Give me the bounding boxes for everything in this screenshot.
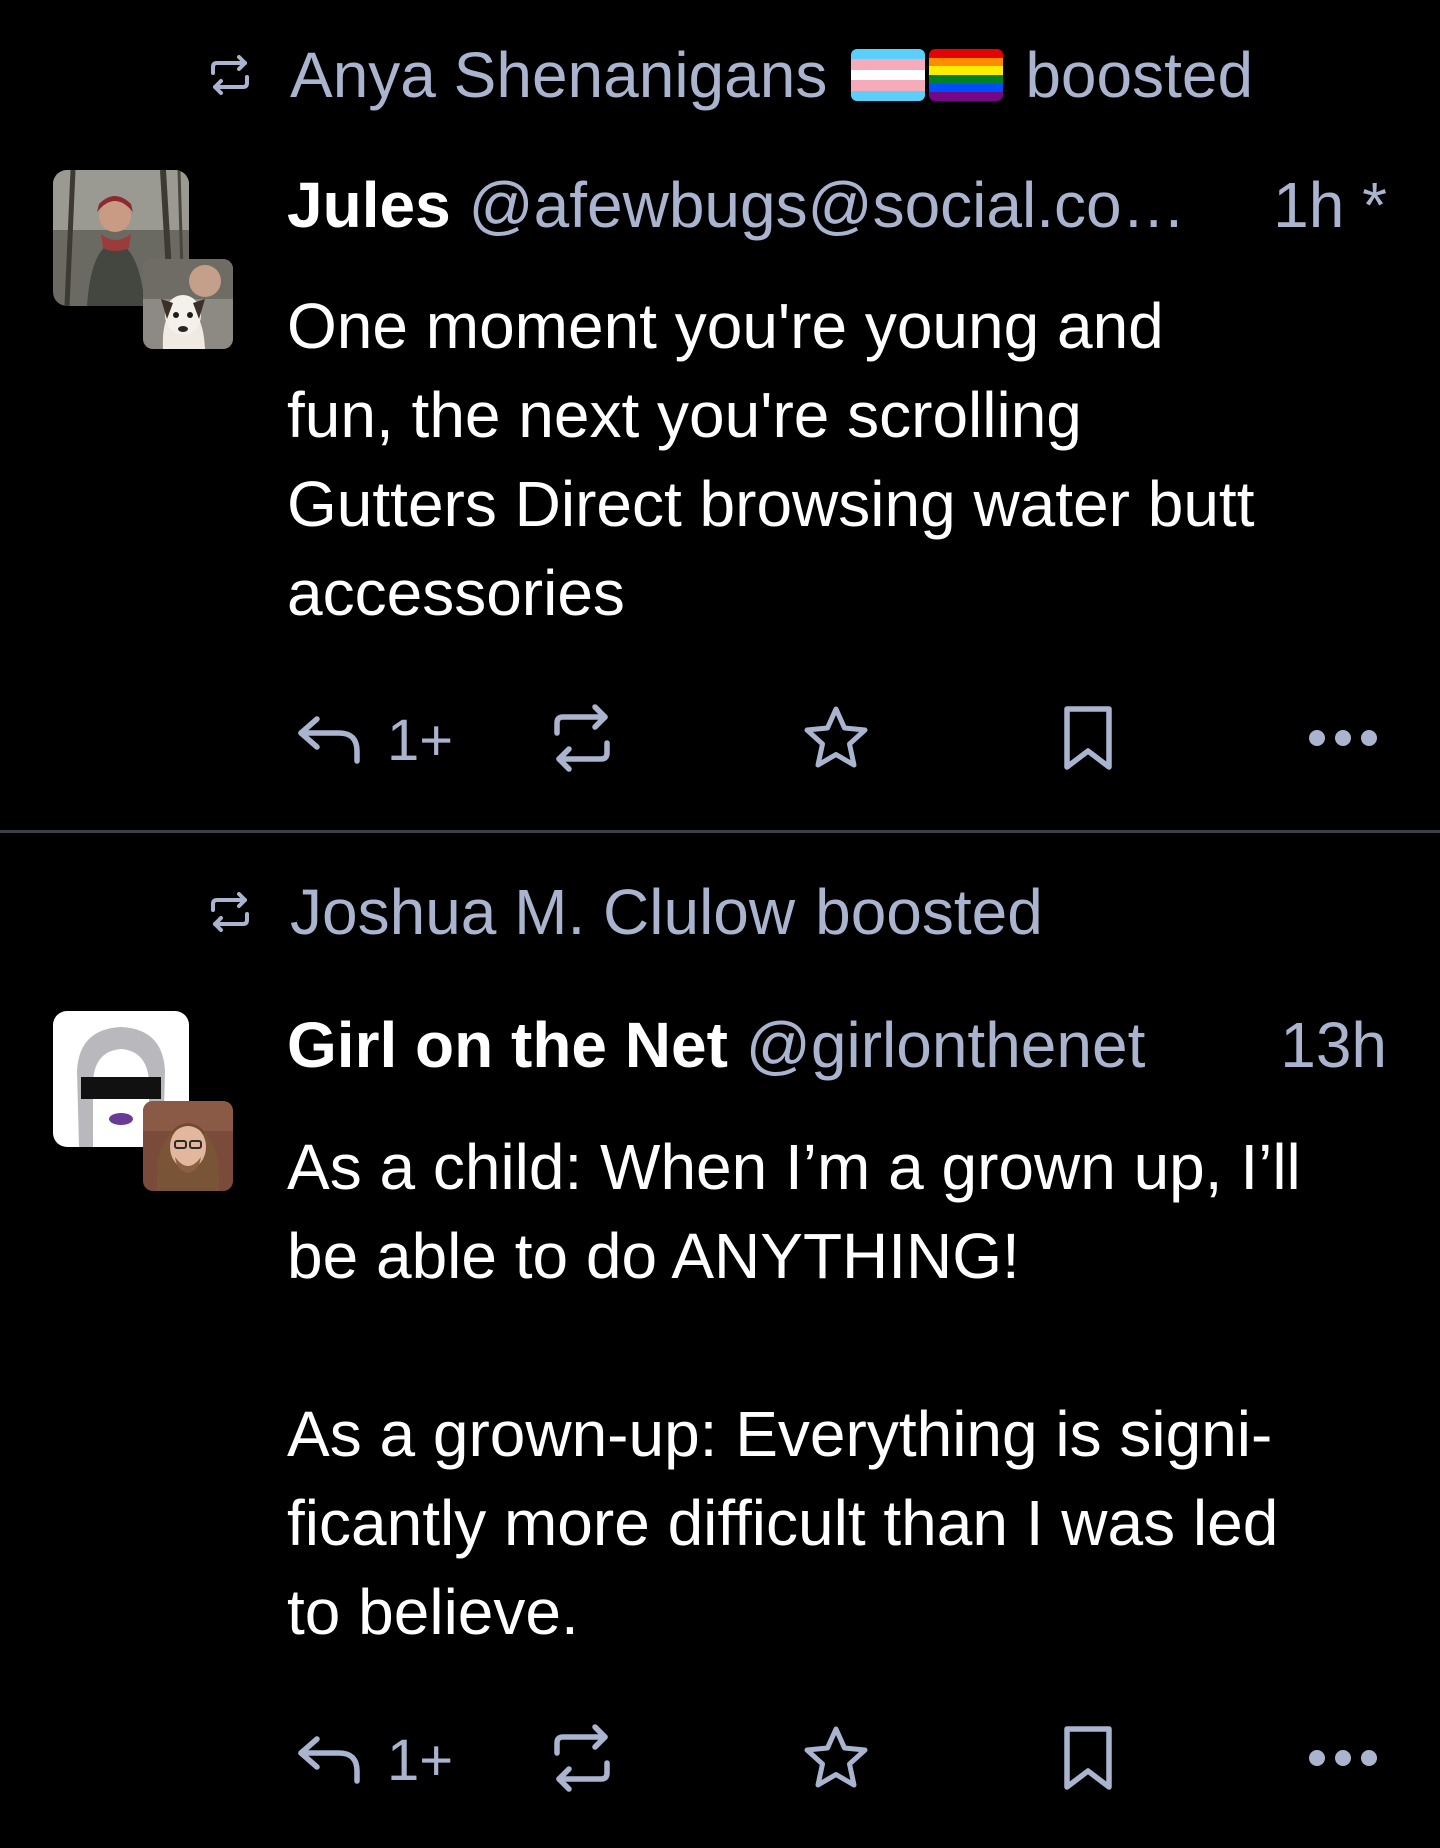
boost-icon (204, 886, 256, 938)
booster-avatar[interactable] (143, 259, 233, 349)
content-line: be able to do ANYTHING! (287, 1220, 1020, 1292)
rainbow-pride-flag-icon (929, 49, 1004, 101)
booster-name[interactable]: Joshua M. Clulow (290, 875, 795, 949)
more-icon (1307, 728, 1379, 753)
status-timestamp[interactable]: 1h * (1273, 168, 1387, 242)
boost-suffix: boosted (1025, 39, 1254, 111)
boost-label: Anya Shenanigans boosted (290, 38, 1253, 112)
bookmark-button[interactable] (1061, 1720, 1115, 1800)
bookmark-icon (1061, 1725, 1115, 1796)
content-line: accessories (287, 557, 625, 629)
boost-icon (204, 49, 256, 101)
booster-name[interactable]: Anya Shenanigans (290, 38, 827, 112)
content-line: One moment you're young and (287, 290, 1164, 362)
content-line: fun, the next you're scrolling (287, 379, 1082, 451)
status-post[interactable]: Anya Shenanigans boosted Jules @afewbugs… (0, 0, 1440, 830)
boosted-by-row[interactable]: Anya Shenanigans boosted (204, 30, 1253, 120)
content-line: As a grown-up: Everything is signi- (287, 1398, 1273, 1470)
status-header: Jules @afewbugs@social.co… 1h * (287, 165, 1387, 245)
status-content: One moment you're young and fun, the nex… (287, 282, 1397, 638)
author-handle[interactable]: @afewbugs@social.co… (469, 168, 1273, 242)
status-action-bar: 1+ (295, 1720, 1385, 1800)
more-icon (1307, 1748, 1379, 1773)
reply-button[interactable]: 1+ (295, 1720, 453, 1800)
flag-emojis (851, 49, 1004, 101)
content-line: to believe. (287, 1576, 579, 1648)
boost-suffix: boosted (815, 876, 1043, 948)
more-button[interactable] (1307, 1720, 1379, 1800)
content-line: As a child: When I’m a grown up, I’ll (287, 1131, 1301, 1203)
boost-icon (549, 703, 615, 778)
bookmark-icon (1061, 705, 1115, 776)
booster-avatar[interactable] (143, 1101, 233, 1191)
reply-button[interactable]: 1+ (295, 700, 453, 780)
boost-label: Joshua M. Clulow boosted (290, 875, 1043, 949)
more-button[interactable] (1307, 700, 1379, 780)
star-icon (801, 705, 871, 776)
favourite-button[interactable] (801, 1720, 871, 1800)
favourite-button[interactable] (801, 700, 871, 780)
status-post[interactable]: Joshua M. Clulow boosted Girl on the Net… (0, 833, 1440, 1848)
author-display-name[interactable]: Jules (287, 168, 451, 242)
boosted-by-row[interactable]: Joshua M. Clulow boosted (204, 867, 1043, 957)
reply-icon (295, 711, 365, 770)
author-handle[interactable]: @girlonthenet (746, 1008, 1280, 1082)
author-display-name[interactable]: Girl on the Net (287, 1008, 728, 1082)
reply-icon (295, 1731, 365, 1790)
status-action-bar: 1+ (295, 700, 1385, 780)
boost-button[interactable] (549, 700, 615, 780)
star-icon (801, 1725, 871, 1796)
content-line: ficantly more difficult than I was led (287, 1487, 1279, 1559)
boost-button[interactable] (549, 1720, 615, 1800)
reply-count: 1+ (387, 707, 454, 773)
content-line: Gutters Direct browsing water butt (287, 468, 1255, 540)
status-content: As a child: When I’m a grown up, I’ll be… (287, 1123, 1397, 1657)
transgender-flag-icon (851, 49, 926, 101)
bookmark-button[interactable] (1061, 700, 1115, 780)
status-header: Girl on the Net @girlonthenet 13h (287, 1005, 1387, 1085)
boost-icon (549, 1723, 615, 1798)
status-timestamp[interactable]: 13h (1280, 1008, 1387, 1082)
reply-count: 1+ (387, 1727, 454, 1793)
